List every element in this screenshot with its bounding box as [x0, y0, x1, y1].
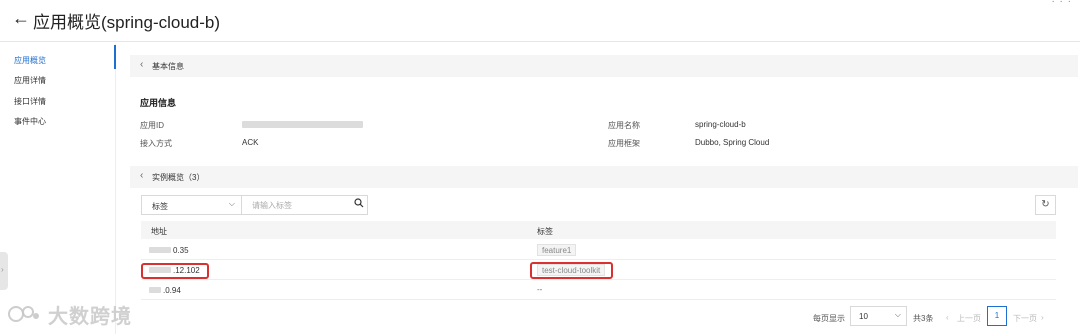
highlight-box-tag	[530, 262, 613, 279]
address-redacted	[149, 247, 171, 253]
basic-info-section-header[interactable]: ‹ 基本信息	[130, 55, 1078, 77]
chevron-down-icon: ⌵	[228, 199, 235, 208]
instance-address: 0.35	[173, 246, 189, 255]
watermark-logo-icon	[8, 302, 42, 326]
total-count: 共3条	[913, 314, 934, 323]
page-header: ← 应用概览(spring-cloud-b) · · ·	[0, 0, 1080, 42]
page-title: 应用概览(spring-cloud-b)	[33, 13, 221, 32]
table-row: .0.94 --	[141, 280, 1056, 300]
column-header-address: 地址	[151, 227, 167, 236]
chevron-left-icon: ‹	[140, 170, 144, 181]
per-page-label: 每页显示	[813, 314, 845, 323]
app-id-value-redacted	[242, 121, 363, 128]
instances-table-header: 地址 标签	[141, 221, 1056, 239]
prev-chevron-icon[interactable]: ‹	[946, 313, 949, 322]
app-name-label: 应用名称	[608, 121, 640, 130]
more-dots-icon: · · ·	[1051, 0, 1072, 7]
instance-tag: feature1	[537, 244, 577, 256]
instances-section-header[interactable]: ‹ 实例概览（3）	[130, 166, 1078, 188]
app-info-heading: 应用信息	[140, 98, 177, 108]
refresh-button[interactable]: ↻	[1035, 195, 1056, 215]
instance-tag-empty: --	[537, 285, 543, 294]
sidebar-active-indicator	[114, 45, 116, 69]
address-redacted	[149, 287, 161, 293]
next-page-button[interactable]: 下一页	[1013, 313, 1037, 324]
sidebar-collapse-handle[interactable]: ›	[0, 252, 8, 290]
prev-page-button[interactable]: 上一页	[957, 313, 981, 324]
tag-filter-value: 标签	[152, 202, 168, 211]
sidebar-item-api-details[interactable]: 接口详情	[14, 96, 46, 107]
access-method-label: 接入方式	[140, 139, 172, 148]
back-arrow-icon[interactable]: ←	[12, 8, 30, 29]
chevron-right-icon: ›	[1, 265, 4, 274]
app-framework-label: 应用框架	[608, 139, 640, 148]
app-name-value: spring-cloud-b	[695, 120, 746, 129]
sidebar-divider	[115, 44, 116, 334]
tag-filter-select[interactable]: 标签 ⌵	[141, 195, 242, 215]
app-id-label: 应用ID	[140, 121, 164, 130]
page-size-value: 10	[859, 312, 868, 321]
current-page-button[interactable]: 1	[987, 306, 1007, 326]
highlight-box-address	[141, 263, 209, 279]
app-framework-value: Dubbo, Spring Cloud	[695, 138, 770, 147]
section-title: 基本信息	[152, 62, 184, 71]
chevron-left-icon: ‹	[140, 59, 144, 70]
page-size-select[interactable]: 10 ⌵	[850, 306, 907, 326]
next-chevron-icon[interactable]: ›	[1041, 313, 1044, 322]
refresh-icon: ↻	[1041, 199, 1050, 210]
chevron-down-icon: ⌵	[894, 310, 901, 319]
column-header-tag: 标签	[537, 227, 553, 236]
access-method-value: ACK	[242, 138, 259, 147]
tag-search-input[interactable]	[242, 195, 368, 215]
instance-address: .0.94	[163, 286, 181, 295]
sidebar-item-app-overview[interactable]: 应用概览	[14, 55, 46, 66]
search-icon[interactable]	[354, 198, 366, 212]
section-title: 实例概览（3）	[152, 173, 205, 182]
sidebar-item-event-center[interactable]: 事件中心	[14, 116, 46, 127]
sidebar-item-app-details[interactable]: 应用详情	[14, 75, 46, 86]
watermark-text: 大数跨境	[48, 306, 132, 328]
table-row: 0.35 feature1	[141, 240, 1056, 260]
